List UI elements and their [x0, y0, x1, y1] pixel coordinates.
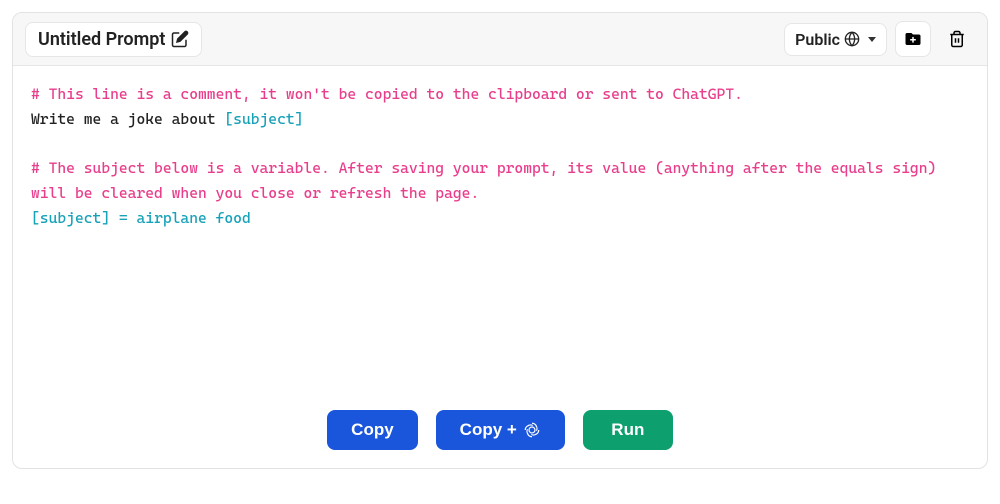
title-edit-button[interactable]: Untitled Prompt [25, 22, 202, 57]
prompt-editor[interactable]: # This line is a comment, it won't be co… [13, 66, 987, 396]
chevron-down-icon [868, 37, 876, 42]
edit-icon [171, 30, 189, 48]
trash-icon [948, 30, 966, 48]
copy-plus-button[interactable]: Copy + [436, 410, 565, 450]
run-button[interactable]: Run [583, 410, 673, 450]
delete-button[interactable] [939, 21, 975, 57]
add-to-folder-button[interactable] [895, 21, 931, 57]
header-bar: Untitled Prompt Public [13, 13, 987, 66]
editor-equals: = [110, 209, 136, 227]
editor-variable: [subject] [224, 110, 303, 128]
openai-icon [523, 421, 541, 439]
copy-button[interactable]: Copy [327, 410, 418, 450]
editor-text: Write me a joke about [31, 110, 224, 128]
footer-actions: Copy Copy + Run [13, 396, 987, 468]
visibility-label: Public [795, 30, 840, 49]
prompt-title: Untitled Prompt [38, 29, 165, 50]
prompt-card: Untitled Prompt Public [12, 12, 988, 469]
globe-icon [844, 31, 860, 47]
editor-comment: # This line is a comment, it won't be co… [31, 85, 743, 103]
copy-plus-label: Copy + [460, 420, 517, 440]
copy-label: Copy [351, 420, 394, 440]
header-actions: Public [784, 21, 975, 57]
editor-value: airplane food [136, 209, 250, 227]
editor-comment: # The subject below is a variable. After… [31, 159, 945, 202]
run-label: Run [611, 420, 644, 440]
editor-variable: [subject] [31, 209, 110, 227]
folder-plus-icon [904, 30, 922, 48]
visibility-dropdown[interactable]: Public [784, 23, 887, 56]
